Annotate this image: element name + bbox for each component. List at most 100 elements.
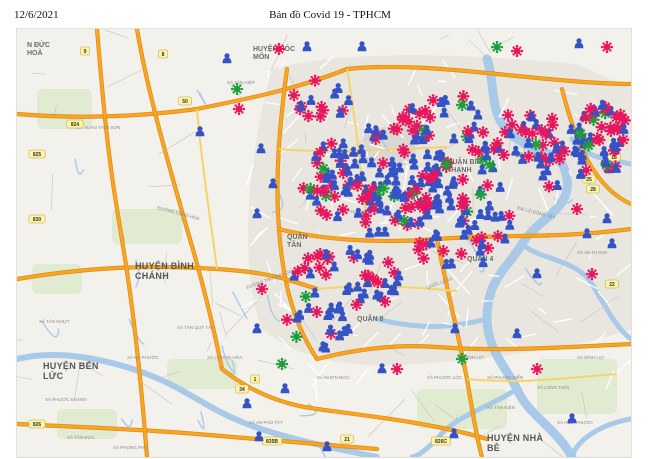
- case-marker-virus-icon[interactable]: [291, 265, 305, 278]
- case-marker-virus-icon[interactable]: [413, 236, 426, 250]
- svg-text:34: 34: [239, 387, 245, 393]
- case-marker-virus-icon[interactable]: [360, 190, 373, 203]
- svg-text:9: 9: [84, 49, 87, 55]
- place-label: XÃ ĐA PHƯỚC: [127, 354, 159, 360]
- case-marker-virus-icon[interactable]: [455, 199, 468, 212]
- case-marker-virus-icon[interactable]: [530, 362, 544, 376]
- district-label: HUYỆN NHÀ BÈ: [487, 432, 543, 453]
- case-marker-person-icon[interactable]: [302, 41, 312, 52]
- case-marker-virus-icon[interactable]: [417, 201, 430, 215]
- case-marker-person-icon[interactable]: [357, 41, 367, 52]
- case-marker-person-icon[interactable]: [567, 413, 577, 424]
- case-marker-virus-icon[interactable]: [406, 124, 420, 137]
- case-marker-virus-icon[interactable]: [275, 357, 289, 371]
- case-marker-person-icon[interactable]: [242, 398, 252, 409]
- case-marker-virus-icon[interactable]: [474, 188, 487, 201]
- case-marker-virus-icon[interactable]: [526, 127, 539, 140]
- case-marker-virus-icon[interactable]: [490, 40, 504, 54]
- case-marker-virus-icon[interactable]: [287, 89, 301, 102]
- case-marker-virus-icon[interactable]: [417, 252, 430, 265]
- case-marker-virus-icon[interactable]: [390, 123, 404, 136]
- case-marker-virus-icon[interactable]: [362, 269, 375, 282]
- case-marker-virus-icon[interactable]: [310, 305, 323, 319]
- case-marker-virus-icon[interactable]: [314, 204, 327, 217]
- case-marker-virus-icon[interactable]: [455, 352, 469, 366]
- case-marker-virus-icon[interactable]: [542, 180, 556, 193]
- case-marker-virus-icon[interactable]: [272, 42, 286, 56]
- case-marker-virus-icon[interactable]: [230, 82, 244, 96]
- case-marker-virus-icon[interactable]: [600, 40, 614, 54]
- case-marker-person-icon[interactable]: [574, 38, 584, 49]
- case-marker-virus-icon[interactable]: [304, 182, 317, 195]
- case-marker-virus-icon[interactable]: [255, 282, 269, 296]
- case-marker-virus-icon[interactable]: [440, 158, 453, 171]
- case-marker-virus-icon[interactable]: [510, 44, 524, 58]
- case-marker-virus-icon[interactable]: [396, 113, 410, 126]
- place-label: XÃ XUÂN THỚI SƠN: [77, 124, 120, 130]
- case-marker-virus-icon[interactable]: [280, 313, 294, 326]
- case-marker-virus-icon[interactable]: [290, 330, 303, 343]
- case-marker-virus-icon[interactable]: [437, 244, 450, 258]
- case-marker-virus-icon[interactable]: [313, 146, 327, 159]
- case-marker-person-icon[interactable]: [195, 126, 205, 137]
- case-marker-virus-icon[interactable]: [503, 209, 516, 222]
- route-shield: 8: [158, 49, 168, 59]
- case-marker-virus-icon[interactable]: [301, 252, 315, 265]
- rural-road: [209, 268, 214, 307]
- case-marker-virus-icon[interactable]: [311, 249, 324, 263]
- case-marker-virus-icon[interactable]: [457, 90, 470, 103]
- case-marker-person-icon[interactable]: [252, 323, 262, 334]
- case-marker-virus-icon[interactable]: [378, 295, 392, 308]
- case-marker-virus-icon[interactable]: [317, 162, 330, 175]
- case-marker-virus-icon[interactable]: [456, 173, 469, 186]
- case-marker-virus-icon[interactable]: [584, 102, 597, 115]
- case-marker-virus-icon[interactable]: [455, 247, 468, 260]
- case-marker-virus-icon[interactable]: [455, 98, 469, 112]
- case-marker-virus-icon[interactable]: [351, 179, 364, 192]
- case-marker-virus-icon[interactable]: [461, 125, 475, 138]
- case-marker-virus-icon[interactable]: [593, 133, 606, 147]
- case-marker-virus-icon[interactable]: [377, 156, 390, 170]
- case-marker-virus-icon[interactable]: [405, 200, 418, 214]
- case-marker-virus-icon[interactable]: [522, 150, 535, 163]
- covid-map[interactable]: HUYỆN HÓC MÔN HUYỆN BÌNH CHÁNH HUYỆN BẾN LỨC H…: [16, 28, 632, 458]
- case-marker-virus-icon[interactable]: [299, 290, 312, 303]
- case-marker-virus-icon[interactable]: [350, 298, 363, 311]
- case-marker-virus-icon[interactable]: [491, 137, 504, 150]
- case-marker-virus-icon[interactable]: [558, 145, 571, 158]
- case-marker-person-icon[interactable]: [280, 383, 290, 394]
- case-marker-virus-icon[interactable]: [483, 158, 496, 172]
- case-marker-virus-icon[interactable]: [308, 74, 322, 87]
- case-marker-person-icon[interactable]: [222, 53, 232, 64]
- case-marker-virus-icon[interactable]: [359, 216, 372, 229]
- case-marker-virus-icon[interactable]: [232, 102, 246, 116]
- case-marker-virus-icon[interactable]: [315, 100, 328, 113]
- case-marker-virus-icon[interactable]: [617, 133, 630, 146]
- case-marker-virus-icon[interactable]: [585, 267, 599, 281]
- case-marker-virus-icon[interactable]: [313, 261, 326, 274]
- case-marker-virus-icon[interactable]: [476, 126, 490, 139]
- rural-road: [206, 341, 212, 352]
- place-label: XÃ PHƯỚC KIỂN: [487, 374, 523, 380]
- case-marker-virus-icon[interactable]: [481, 179, 494, 192]
- case-marker-virus-icon[interactable]: [382, 256, 395, 269]
- case-marker-virus-icon[interactable]: [616, 112, 629, 126]
- route-shield: 1: [250, 374, 260, 384]
- case-marker-person-icon[interactable]: [254, 431, 264, 442]
- case-marker-virus-icon[interactable]: [497, 148, 510, 162]
- case-marker-virus-icon[interactable]: [390, 362, 404, 376]
- case-marker-virus-icon[interactable]: [501, 108, 515, 122]
- case-marker-virus-icon[interactable]: [574, 127, 587, 141]
- case-marker-virus-icon[interactable]: [570, 202, 584, 216]
- case-marker-virus-icon[interactable]: [377, 182, 390, 195]
- case-marker-virus-icon[interactable]: [423, 111, 437, 124]
- case-marker-virus-icon[interactable]: [539, 127, 552, 141]
- case-marker-virus-icon[interactable]: [314, 110, 327, 123]
- case-marker-virus-icon[interactable]: [371, 276, 384, 289]
- case-marker-virus-icon[interactable]: [311, 184, 324, 197]
- case-marker-virus-icon[interactable]: [398, 146, 411, 159]
- case-marker-virus-icon[interactable]: [325, 137, 338, 150]
- district-label: QUẬN 8: [357, 314, 384, 323]
- svg-text:50: 50: [182, 99, 188, 105]
- case-marker-virus-icon[interactable]: [582, 139, 595, 152]
